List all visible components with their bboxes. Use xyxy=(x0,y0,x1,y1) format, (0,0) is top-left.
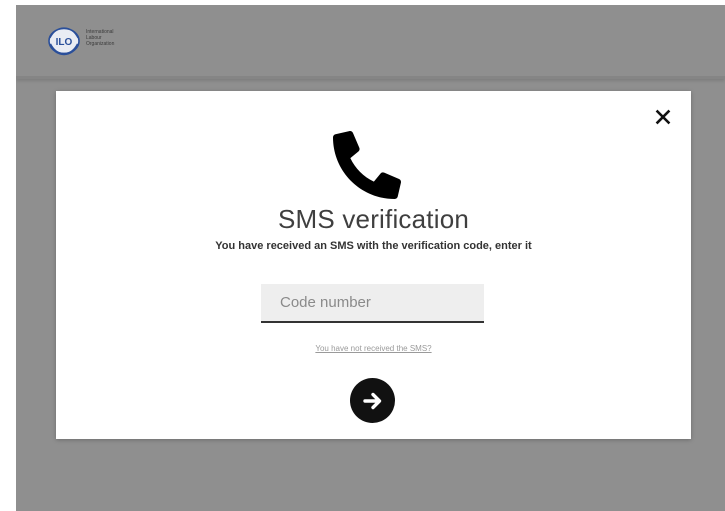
emblem-text: ILO xyxy=(56,37,73,48)
logo-line: Organization xyxy=(86,41,115,47)
close-button[interactable] xyxy=(649,103,677,131)
modal-title: SMS verification xyxy=(277,204,470,234)
phone-icon xyxy=(333,131,401,199)
submit-button[interactable] xyxy=(350,378,395,423)
app-screen: ILO International Labour Organization SM… xyxy=(16,5,725,511)
close-icon xyxy=(655,109,671,125)
arrow-right-icon xyxy=(362,392,381,409)
modal-subtitle: You have received an SMS with the verifi… xyxy=(215,240,532,252)
resend-sms-link[interactable]: You have not received the SMS? xyxy=(56,344,691,353)
organization-name: International Labour Organization xyxy=(86,29,114,47)
code-number-input[interactable] xyxy=(261,284,484,323)
sms-verification-modal: SMS verification You have received an SM… xyxy=(56,91,691,439)
top-header: ILO International Labour Organization xyxy=(16,5,725,79)
ilo-emblem-icon: ILO xyxy=(48,27,80,56)
